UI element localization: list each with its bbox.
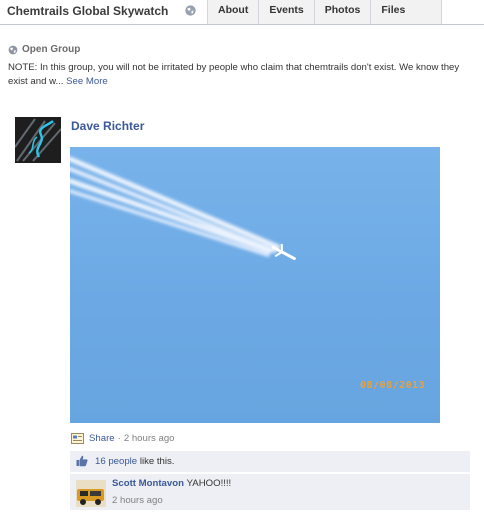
tab-about[interactable]: About bbox=[207, 0, 259, 24]
avatar-image bbox=[76, 480, 106, 507]
see-more-link[interactable]: See More bbox=[66, 76, 108, 87]
comment-timestamp[interactable]: 2 hours ago bbox=[112, 495, 163, 506]
post-photo[interactable]: 08/08/2013 bbox=[70, 147, 440, 423]
likes-bar: 16 people like this. bbox=[70, 451, 470, 472]
author-avatar[interactable] bbox=[15, 117, 61, 163]
like-icon bbox=[76, 455, 88, 467]
share-icon bbox=[71, 433, 84, 444]
post-author[interactable]: Dave Richter bbox=[71, 119, 144, 133]
tab-photos[interactable]: Photos bbox=[313, 0, 371, 24]
globe-icon bbox=[8, 45, 18, 54]
photo-date-stamp: 08/08/2013 bbox=[360, 380, 426, 391]
group-header: Chemtrails Global Skywatch About Events … bbox=[0, 0, 484, 25]
likes-suffix: like this. bbox=[137, 456, 175, 467]
group-title[interactable]: Chemtrails Global Skywatch bbox=[7, 4, 168, 18]
comment-body: Scott Montavon YAHOO!!!! bbox=[112, 478, 231, 489]
separator: · bbox=[117, 433, 121, 444]
tab-events[interactable]: Events bbox=[258, 0, 314, 24]
share-link[interactable]: Share bbox=[89, 433, 115, 444]
group-privacy: Open Group bbox=[8, 44, 80, 55]
comment-author[interactable]: Scott Montavon bbox=[112, 478, 184, 489]
commenter-avatar[interactable] bbox=[76, 480, 106, 507]
tab-files[interactable]: Files bbox=[370, 0, 443, 24]
post-actions: Share · 2 hours ago bbox=[71, 433, 174, 444]
group-tabs: About Events Photos Files bbox=[207, 0, 443, 24]
avatar-image bbox=[15, 117, 61, 163]
privacy-label: Open Group bbox=[22, 44, 81, 55]
likes-count-link[interactable]: 16 people bbox=[95, 456, 137, 467]
comment: Scott Montavon YAHOO!!!! 2 hours ago bbox=[70, 473, 470, 510]
post-timestamp[interactable]: 2 hours ago bbox=[124, 433, 175, 444]
globe-icon bbox=[185, 5, 196, 16]
likes-summary: 16 people like this. bbox=[95, 456, 174, 467]
group-description: NOTE: In this group, you will not be irr… bbox=[8, 61, 476, 89]
comment-text: YAHOO!!!! bbox=[186, 478, 232, 489]
